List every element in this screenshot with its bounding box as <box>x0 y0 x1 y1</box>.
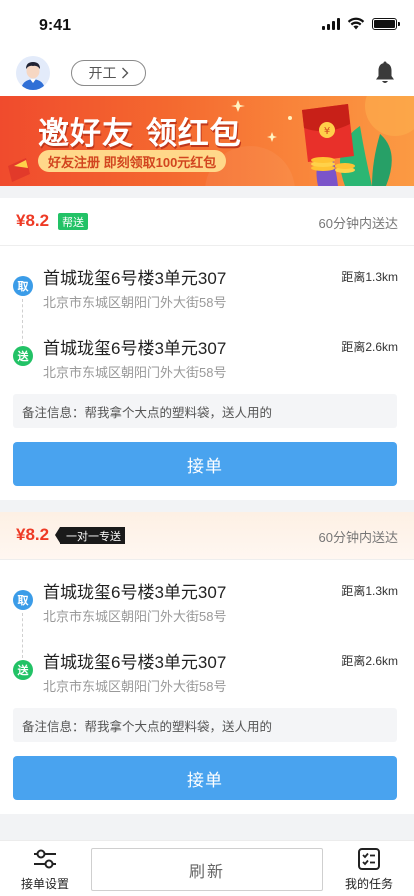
order-price: ¥8.2 <box>16 525 50 544</box>
dropoff-address: 北京市东城区朝阳门外大街58号 <box>43 365 227 380</box>
work-label: 开工 <box>88 65 117 81</box>
pickup-address: 北京市东城区朝阳门外大街58号 <box>43 609 227 624</box>
accept-order-button[interactable]: 接单 <box>13 756 397 800</box>
order-note: 备注信息：帮我拿个大点的塑料袋，送人用的 <box>13 394 397 428</box>
avatar-icon <box>16 56 50 90</box>
dropoff-distance: 距离2.6km <box>341 654 398 668</box>
signal-icon <box>322 17 340 30</box>
pickup-badge: 取 <box>13 590 33 610</box>
tab-my-tasks-label: 我的任务 <box>344 877 393 891</box>
route-divider <box>22 299 23 344</box>
dropoff-address: 北京市东城区朝阳门外大街58号 <box>43 679 227 694</box>
top-header: 开工 <box>0 50 414 96</box>
status-icons <box>322 17 400 30</box>
order-card: ¥8.2 一对一专送 60分钟内送达 取 送 首城珑玺6号楼3单元307 北京市… <box>0 512 414 814</box>
order-tag: 帮送 <box>58 213 88 230</box>
coin-symbol: ¥ <box>324 126 330 137</box>
sliders-icon <box>34 849 56 869</box>
refresh-button[interactable]: 刷新 <box>91 848 323 891</box>
pickup-title: 首城珑玺6号楼3单元307 <box>43 269 227 288</box>
pickup-distance: 距离1.3km <box>341 584 398 598</box>
order-eta: 60分钟内送达 <box>318 216 398 231</box>
work-toggle-button[interactable]: 开工 <box>71 60 146 86</box>
pickup-badge: 取 <box>13 276 33 296</box>
banner-subtitle: 好友注册 即刻领取100元红包 <box>38 150 227 172</box>
dropoff-badge: 送 <box>13 660 33 680</box>
dropoff-distance: 距离2.6km <box>341 340 398 354</box>
order-eta: 60分钟内送达 <box>318 530 398 545</box>
pickup-address: 北京市东城区朝阳门外大街58号 <box>43 295 227 310</box>
avatar[interactable] <box>16 56 50 90</box>
checklist-icon <box>358 848 380 870</box>
pickup-title: 首城珑玺6号楼3单元307 <box>43 583 227 602</box>
wifi-icon <box>347 17 365 30</box>
order-card-header: ¥8.2 帮送 60分钟内送达 <box>0 198 414 246</box>
pickup-distance: 距离1.3km <box>341 270 398 284</box>
order-tag: 一对一专送 <box>55 527 125 544</box>
dropoff-title: 首城珑玺6号楼3单元307 <box>43 339 227 358</box>
bottom-tabbar: 接单设置 刷新 我的任务 <box>0 840 414 896</box>
chevron-right-icon <box>121 67 128 79</box>
dropoff-title: 首城珑玺6号楼3单元307 <box>43 653 227 672</box>
tab-order-settings[interactable]: 接单设置 <box>13 847 77 892</box>
route-divider <box>22 613 23 658</box>
battery-icon <box>372 17 400 30</box>
tab-my-tasks[interactable]: 我的任务 <box>337 847 401 892</box>
order-card-header: ¥8.2 一对一专送 60分钟内送达 <box>0 512 414 560</box>
banner-title: 邀好友 领红包 <box>38 116 242 152</box>
status-bar: 9:41 <box>0 0 414 50</box>
order-note: 备注信息：帮我拿个大点的塑料袋，送人用的 <box>13 708 397 742</box>
order-card: ¥8.2 帮送 60分钟内送达 取 送 首城珑玺6号楼3单元307 北京市东城区… <box>0 198 414 500</box>
tab-order-settings-label: 接单设置 <box>20 877 69 891</box>
order-price: ¥8.2 <box>16 211 50 230</box>
status-time: 9:41 <box>39 17 72 34</box>
bell-icon[interactable] <box>374 61 396 85</box>
accept-order-button[interactable]: 接单 <box>13 442 397 486</box>
invite-banner[interactable]: ¥ 邀好友 领红包 好友注册 即刻领取100元红包 <box>0 96 414 186</box>
dropoff-badge: 送 <box>13 346 33 366</box>
